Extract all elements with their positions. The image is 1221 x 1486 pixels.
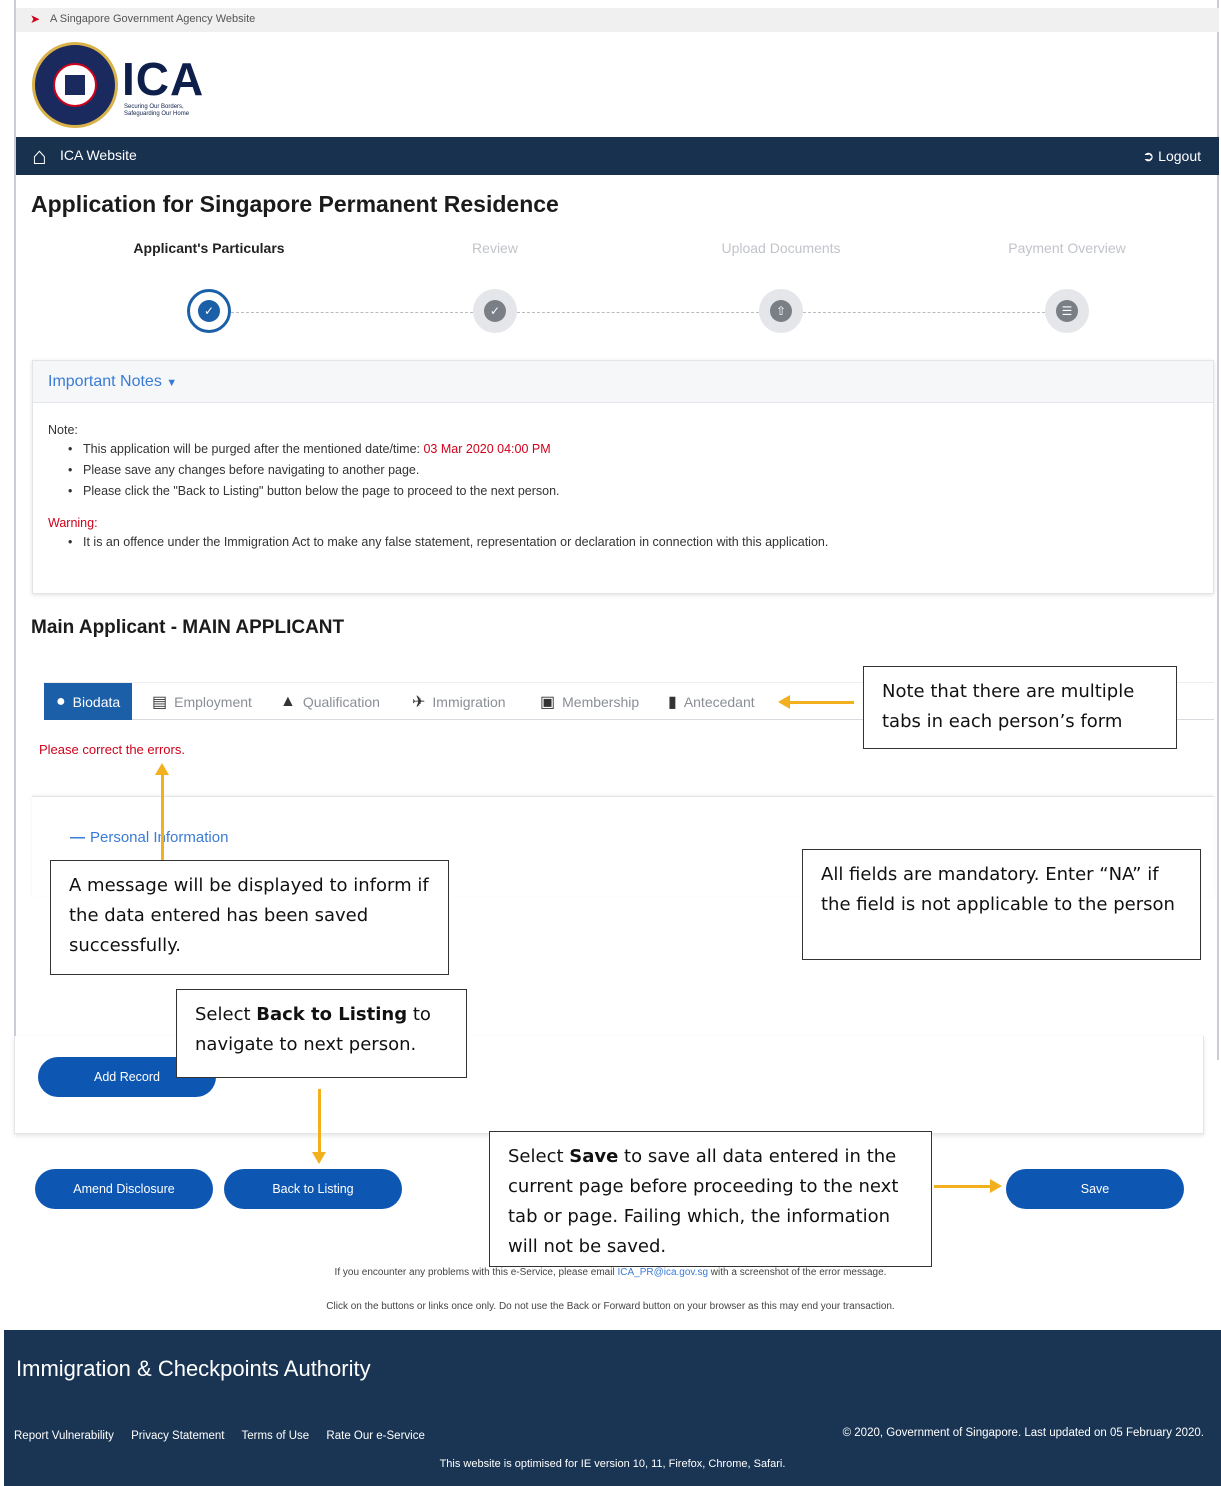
save-button[interactable]: Save: [1006, 1169, 1184, 1209]
arrow-left-icon: [778, 695, 790, 709]
stepper-connector: [231, 312, 473, 313]
tab-biodata[interactable]: ● Biodata: [44, 683, 133, 720]
error-message: Please correct the errors.: [39, 742, 185, 757]
plane-icon: ✈: [412, 693, 426, 711]
support-email-link[interactable]: ICA_PR@ica.gov.sg: [617, 1267, 708, 1278]
logo-text: ICA: [122, 53, 205, 105]
arrow-down-icon: [312, 1152, 326, 1164]
callout-arrow: [934, 1185, 992, 1188]
ica-crest-icon: [32, 42, 118, 128]
top-nav-bar: ⌂ ICA Website ➲ Logout: [16, 137, 1219, 175]
stepper-connector: [517, 312, 759, 313]
edit-check-icon: ✓: [198, 300, 220, 322]
footer-link-privacy-statement[interactable]: Privacy Statement: [131, 1430, 224, 1442]
footer-link-report-vulnerability[interactable]: Report Vulnerability: [14, 1430, 114, 1442]
logo-tagline: Securing Our Borders, Safeguarding Our H…: [124, 104, 190, 117]
callout-arrow: [790, 701, 854, 704]
personal-information-toggle[interactable]: — Personal Information: [70, 829, 228, 846]
callout-back-bold: Back to Listing: [256, 1004, 408, 1025]
footer-copyright: © 2020, Government of Singapore. Last up…: [842, 1427, 1204, 1439]
receipt-icon: ☰: [1056, 300, 1078, 322]
arrow-up-icon: [155, 763, 169, 775]
tab-employment[interactable]: ▤ Employment: [152, 683, 252, 720]
callout-mandatory-fields: All fields are mandatory. Enter “NA” if …: [802, 849, 1201, 960]
user-circle-icon: ●: [56, 692, 66, 710]
logout-link[interactable]: ➲ Logout: [1143, 148, 1201, 165]
gov-banner-text: A Singapore Government Agency Website: [50, 13, 256, 25]
tab-antecedant[interactable]: ▮ Antecedant: [668, 683, 755, 720]
applicant-section-title: Main Applicant - MAIN APPLICANT: [31, 617, 345, 638]
footer-link-rate-eservice[interactable]: Rate Our e-Service: [326, 1430, 424, 1442]
callout-back-to-listing: Select Back to Listing to navigate to ne…: [176, 989, 467, 1078]
step-label-upload-documents: Upload Documents: [721, 240, 841, 256]
help-text-navigation: Click on the buttons or links once only.…: [326, 1301, 895, 1312]
amend-disclosure-button[interactable]: Amend Disclosure: [35, 1169, 213, 1209]
warning-item: It is an offence under the Immigration A…: [68, 532, 1213, 553]
step-label-applicants-particulars: Applicant's Particulars: [133, 240, 285, 256]
file-icon: ▮: [668, 693, 677, 711]
arrow-right-icon: [990, 1179, 1002, 1193]
check-badge-icon: ✓: [484, 300, 506, 322]
ica-website-link[interactable]: ICA Website: [60, 147, 137, 163]
site-footer: Immigration & Checkpoints Authority Repo…: [4, 1330, 1221, 1486]
tab-membership[interactable]: ▣ Membership: [540, 683, 639, 720]
callout-save: Select Save to save all data entered in …: [489, 1131, 932, 1267]
note-item: Please click the "Back to Listing" butto…: [68, 481, 1213, 502]
ica-logo[interactable]: ICA Securing Our Borders, Safeguarding O…: [32, 36, 232, 132]
step-upload-documents: ⇧: [759, 289, 803, 333]
note-item: This application will be purged after th…: [68, 439, 1213, 460]
callout-save-bold: Save: [569, 1146, 619, 1167]
logout-icon: ➲: [1142, 148, 1159, 164]
callout-tabs-note: Note that there are multiple tabs in eac…: [863, 666, 1177, 749]
footer-browser-note: This website is optimised for IE version…: [439, 1458, 786, 1470]
warning-label: Warning:: [48, 516, 98, 530]
briefcase-icon: ▤: [152, 693, 168, 711]
step-payment-overview: ☰: [1045, 289, 1089, 333]
back-to-listing-button[interactable]: Back to Listing: [224, 1169, 402, 1209]
tab-qualification[interactable]: ▲ Qualification: [280, 683, 380, 720]
id-card-icon: ▣: [540, 693, 556, 711]
important-notes-title: Important Notes: [48, 373, 162, 390]
upload-icon: ⇧: [770, 300, 792, 322]
callout-arrow: [161, 775, 164, 860]
home-icon[interactable]: ⌂: [32, 143, 47, 171]
tab-immigration[interactable]: ✈ Immigration: [412, 683, 506, 720]
gov-banner: ➤ A Singapore Government Agency Website: [16, 8, 1219, 32]
footer-link-terms-of-use[interactable]: Terms of Use: [241, 1430, 309, 1442]
page-title: Application for Singapore Permanent Resi…: [31, 191, 559, 217]
important-notes-panel: Important Notes ▼ Note: This application…: [32, 360, 1214, 594]
help-text-email: If you encounter any problems with this …: [334, 1267, 887, 1278]
step-label-review: Review: [472, 240, 518, 256]
stepper-connector: [803, 312, 1045, 313]
note-item: Please save any changes before navigatin…: [68, 460, 1213, 481]
callout-arrow: [318, 1089, 321, 1154]
footer-links: Report Vulnerability Privacy Statement T…: [14, 1430, 439, 1442]
step-label-payment-overview: Payment Overview: [1008, 240, 1126, 256]
purge-datetime: 03 Mar 2020 04:00 PM: [423, 442, 551, 456]
chevron-down-icon: ▼: [166, 377, 178, 389]
step-applicants-particulars: ✓: [187, 289, 231, 333]
important-notes-toggle[interactable]: Important Notes ▼: [33, 361, 1213, 403]
footer-title: Immigration & Checkpoints Authority: [16, 1356, 371, 1381]
note-label: Note:: [48, 423, 78, 437]
step-review: ✓: [473, 289, 517, 333]
callout-saved-message: A message will be displayed to inform if…: [50, 860, 449, 975]
graduation-cap-icon: ▲: [280, 692, 296, 710]
lion-head-icon: ➤: [30, 12, 41, 26]
minus-icon: —: [70, 829, 85, 846]
logout-label: Logout: [1158, 148, 1201, 164]
